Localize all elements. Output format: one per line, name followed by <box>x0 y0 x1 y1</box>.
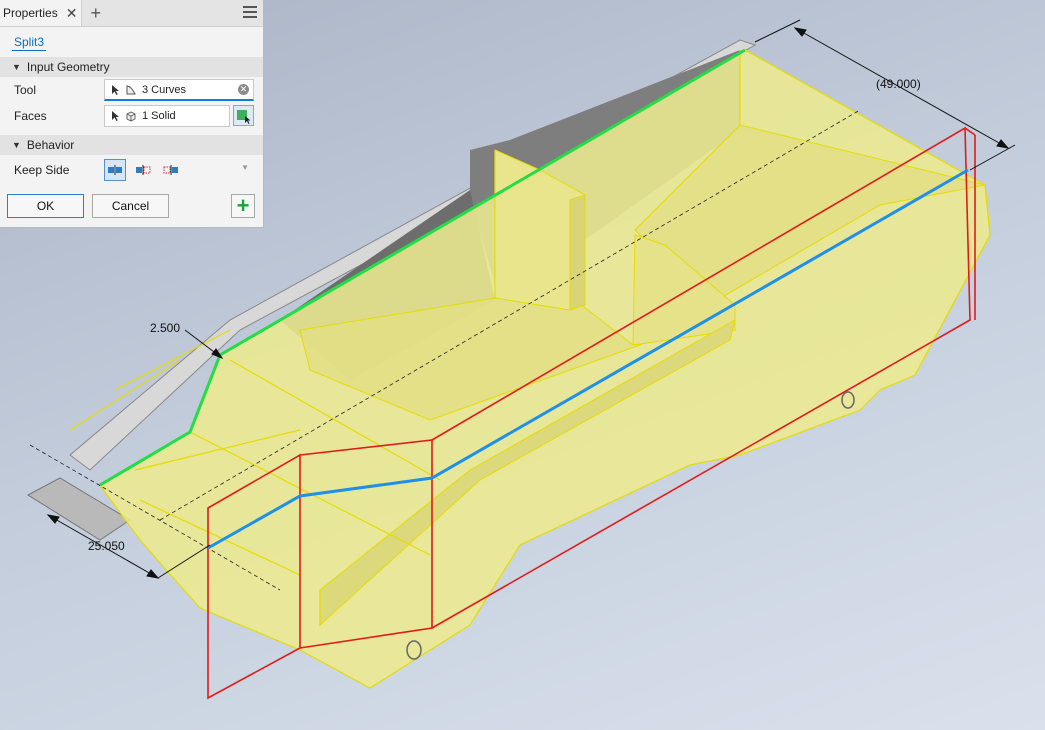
hamburger-menu-icon[interactable] <box>243 6 257 21</box>
center-rib-side <box>569 194 586 311</box>
properties-panel: Properties ✕ + Split3 ▼ Input Geometry T… <box>0 0 264 228</box>
keep-right-button[interactable] <box>160 159 182 181</box>
panel-tabbar: Properties ✕ + <box>0 0 263 27</box>
graphics-window[interactable]: (49.000) 2.500 25.050 Properties ✕ + Spl… <box>0 0 1045 730</box>
faces-row: Faces 1 Solid <box>0 103 263 129</box>
dimension-length-label[interactable]: (49.000) <box>876 77 921 91</box>
keep-both-button[interactable] <box>104 159 126 181</box>
curve-shape-icon <box>126 84 136 94</box>
section-input-geometry-label: Input Geometry <box>26 60 110 74</box>
faces-value: 1 Solid <box>142 110 176 122</box>
section-input-geometry[interactable]: ▼ Input Geometry <box>0 57 263 77</box>
dropdown-caret-icon[interactable]: ▼ <box>241 163 249 172</box>
faces-selector[interactable]: 1 Solid <box>104 105 230 127</box>
faces-label: Faces <box>14 109 47 123</box>
close-icon[interactable]: ✕ <box>66 5 78 22</box>
dialog-buttons: OK Cancel + <box>0 189 263 223</box>
green-solid-icon <box>237 110 251 124</box>
feature-name-field[interactable]: Split3 <box>12 34 47 51</box>
select-solids-button[interactable] <box>233 105 254 126</box>
section-behavior-label: Behavior <box>26 138 75 152</box>
keep-left-button[interactable] <box>132 159 154 181</box>
tool-label: Tool <box>14 83 37 97</box>
tab-properties[interactable]: Properties ✕ <box>0 0 83 26</box>
add-tab-icon[interactable]: + <box>90 4 101 22</box>
solid-cube-icon <box>126 111 136 122</box>
keep-left-icon <box>136 165 151 175</box>
collapse-triangle-icon: ▼ <box>12 140 21 150</box>
clear-selection-icon[interactable]: ✕ <box>238 84 249 95</box>
tool-selector[interactable]: 3 Curves ✕ <box>104 79 254 101</box>
apply-plus-button[interactable]: + <box>231 194 255 218</box>
cancel-button[interactable]: Cancel <box>92 194 169 218</box>
tab-properties-label: Properties <box>3 6 58 20</box>
keep-side-options <box>104 159 188 181</box>
keep-side-label: Keep Side <box>14 163 70 177</box>
section-behavior[interactable]: ▼ Behavior <box>0 135 263 155</box>
keep-right-icon <box>163 165 178 175</box>
tool-value: 3 Curves <box>142 83 187 96</box>
feature-name-row: Split3 <box>0 27 263 57</box>
tool-row: Tool 3 Curves ✕ <box>0 77 263 103</box>
dimension-offset-label[interactable]: 2.500 <box>150 321 180 335</box>
dimension-width-label[interactable]: 25.050 <box>88 539 125 553</box>
collapse-triangle-icon: ▼ <box>12 62 21 72</box>
select-arrow-icon <box>112 111 119 121</box>
keep-both-icon <box>108 165 122 175</box>
keep-side-row: Keep Side ▼ <box>0 155 263 185</box>
ok-button[interactable]: OK <box>7 194 84 218</box>
select-arrow-icon <box>112 84 119 95</box>
